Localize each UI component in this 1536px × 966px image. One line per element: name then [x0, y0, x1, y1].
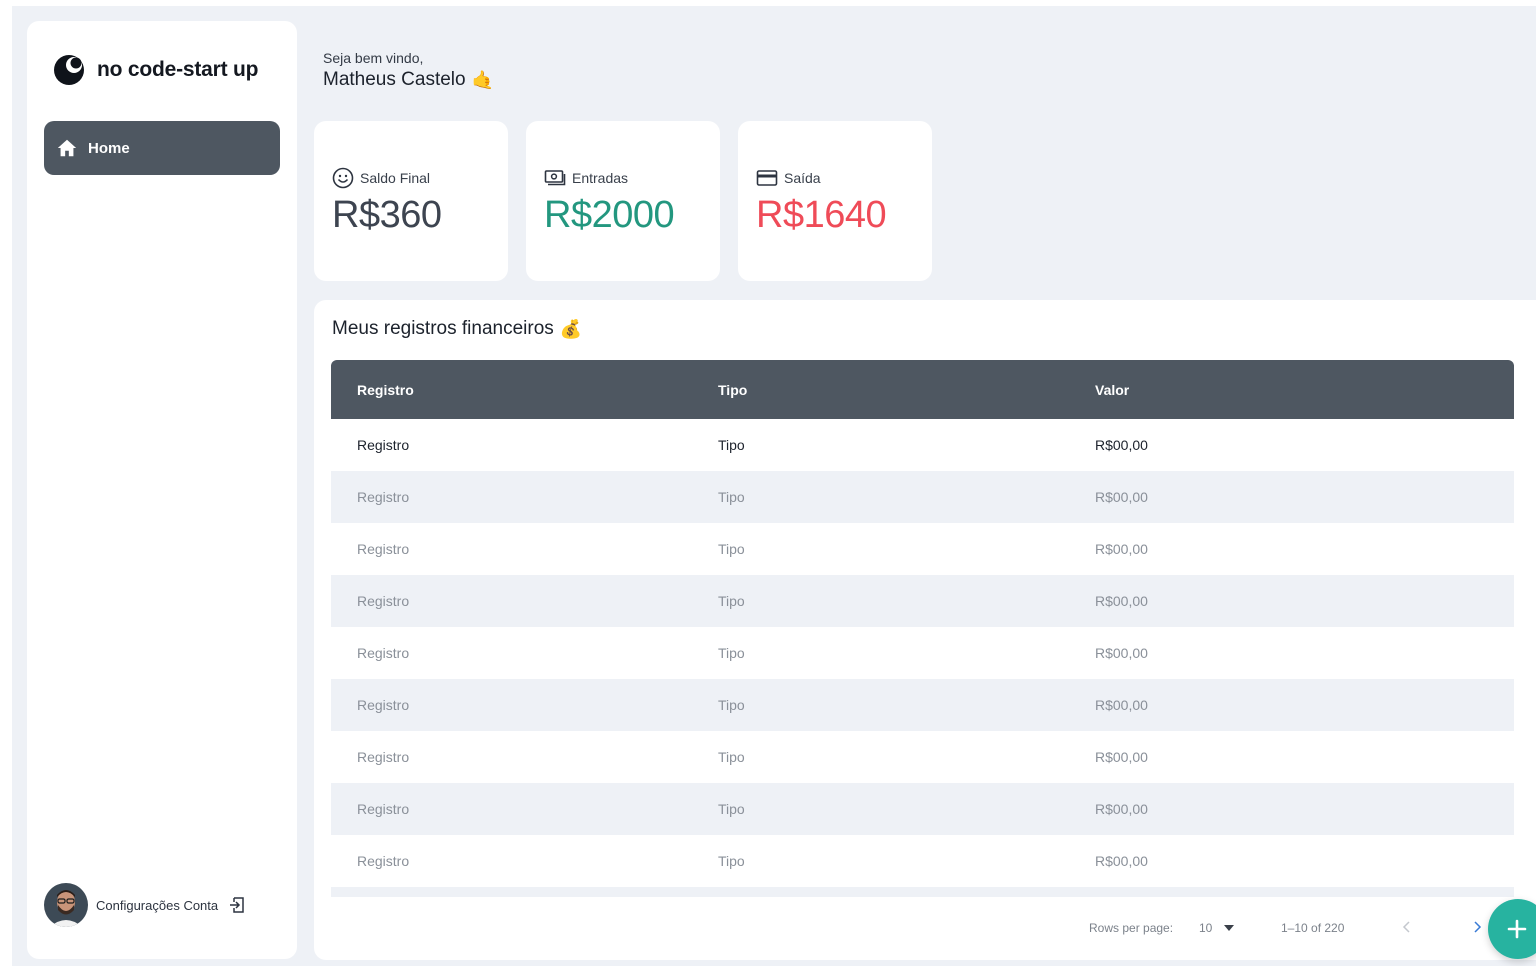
cell-registro: Registro — [357, 541, 410, 557]
rows-per-page-value: 10 — [1199, 921, 1213, 935]
credit-card-icon — [756, 170, 778, 186]
cell-registro: Registro — [357, 749, 410, 765]
account-settings-label: Configurações Conta — [96, 897, 219, 913]
cell-tipo: Tipo — [718, 593, 745, 609]
table-row-partial — [331, 887, 1514, 897]
cell-tipo: Tipo — [718, 645, 745, 661]
table-row[interactable]: Registro Tipo R$00,00 — [331, 679, 1514, 731]
records-table: Registro Tipo Valor Registro Tipo R$00,0… — [331, 360, 1514, 897]
table-row[interactable]: Registro Tipo R$00,00 — [331, 471, 1514, 523]
cell-tipo: Tipo — [718, 697, 745, 713]
sidebar-item-label: Home — [88, 139, 130, 157]
cell-tipo: Tipo — [718, 853, 745, 869]
rows-per-page-label: Rows per page: — [1089, 921, 1174, 935]
records-title-row: Meus registros financeiros 💰 — [332, 318, 582, 340]
table-row[interactable]: Registro Tipo R$00,00 — [331, 731, 1514, 783]
records-panel: Meus registros financeiros 💰 Registro Ti… — [314, 300, 1536, 960]
column-header-valor[interactable]: Valor — [1095, 382, 1514, 398]
money-bag-icon: 💰 — [559, 318, 583, 339]
chevron-left-icon[interactable] — [1399, 918, 1415, 936]
table-row[interactable]: Registro Tipo R$00,00 — [331, 783, 1514, 835]
table-row[interactable]: Registro Tipo R$00,00 — [331, 523, 1514, 575]
cell-registro: Registro — [357, 437, 410, 453]
cash-icon — [544, 170, 566, 186]
call-me-hand-icon: 🤙 — [471, 69, 494, 90]
brand-name: no code-start up — [97, 58, 259, 81]
cell-valor: R$00,00 — [1095, 645, 1148, 661]
sidebar: no code-start up Home Configurações Cont… — [27, 21, 297, 959]
income-label: Entradas — [572, 170, 629, 186]
plus-icon — [1507, 919, 1527, 939]
table-row[interactable]: Registro Tipo R$00,00 — [331, 419, 1514, 471]
cell-tipo: Tipo — [718, 437, 745, 453]
rows-per-page-select[interactable]: 10 — [1199, 921, 1235, 935]
cell-valor: R$00,00 — [1095, 489, 1148, 505]
balance-card: Saldo Final R$360 — [314, 121, 508, 281]
caret-down-icon — [1224, 925, 1235, 931]
logout-icon[interactable] — [228, 896, 246, 914]
cell-tipo: Tipo — [718, 489, 745, 505]
column-header-registro[interactable]: Registro — [331, 382, 718, 398]
cell-registro: Registro — [357, 645, 410, 661]
income-card: Entradas R$2000 — [526, 121, 720, 281]
chevron-right-icon[interactable] — [1469, 918, 1485, 936]
cell-valor: R$00,00 — [1095, 801, 1148, 817]
smile-icon — [332, 167, 354, 189]
table-row[interactable]: Registro Tipo R$00,00 — [331, 835, 1514, 887]
income-value: R$2000 — [544, 194, 675, 236]
expense-card: Saída R$1640 — [738, 121, 932, 281]
avatar[interactable] — [44, 883, 88, 927]
cell-valor: R$00,00 — [1095, 593, 1148, 609]
table-row[interactable]: Registro Tipo R$00,00 — [331, 627, 1514, 679]
sidebar-item-home[interactable]: Home — [44, 121, 280, 175]
cell-valor: R$00,00 — [1095, 437, 1148, 453]
user-name-row: Matheus Castelo 🤙 — [323, 69, 494, 91]
cell-registro: Registro — [357, 697, 410, 713]
balance-label: Saldo Final — [360, 170, 431, 186]
cell-valor: R$00,00 — [1095, 749, 1148, 765]
brand-logo-icon — [54, 55, 84, 85]
cell-valor: R$00,00 — [1095, 853, 1148, 869]
brand[interactable]: no code-start up — [53, 54, 259, 86]
welcome-header: Seja bem vindo, Matheus Castelo 🤙 — [323, 50, 494, 91]
table-header: Registro Tipo Valor — [331, 360, 1514, 419]
cell-tipo: Tipo — [718, 541, 745, 557]
cell-registro: Registro — [357, 801, 410, 817]
cell-registro: Registro — [357, 853, 410, 869]
cell-tipo: Tipo — [718, 749, 745, 765]
cell-registro: Registro — [357, 489, 410, 505]
page-range: 1–10 of 220 — [1281, 921, 1345, 935]
cell-valor: R$00,00 — [1095, 697, 1148, 713]
cell-registro: Registro — [357, 593, 410, 609]
pagination: Rows per page: 10 1–10 of 220 — [314, 918, 1536, 938]
balance-value: R$360 — [332, 194, 442, 236]
user-name: Matheus Castelo — [323, 69, 466, 90]
expense-label: Saída — [784, 170, 821, 186]
cell-valor: R$00,00 — [1095, 541, 1148, 557]
cell-tipo: Tipo — [718, 801, 745, 817]
records-title: Meus registros financeiros — [332, 318, 554, 339]
home-icon — [57, 139, 77, 157]
expense-value: R$1640 — [756, 194, 887, 236]
table-row[interactable]: Registro Tipo R$00,00 — [331, 575, 1514, 627]
greeting: Seja bem vindo, — [323, 50, 424, 66]
column-header-tipo[interactable]: Tipo — [718, 382, 1095, 398]
account-settings[interactable]: Configurações Conta — [44, 883, 246, 927]
